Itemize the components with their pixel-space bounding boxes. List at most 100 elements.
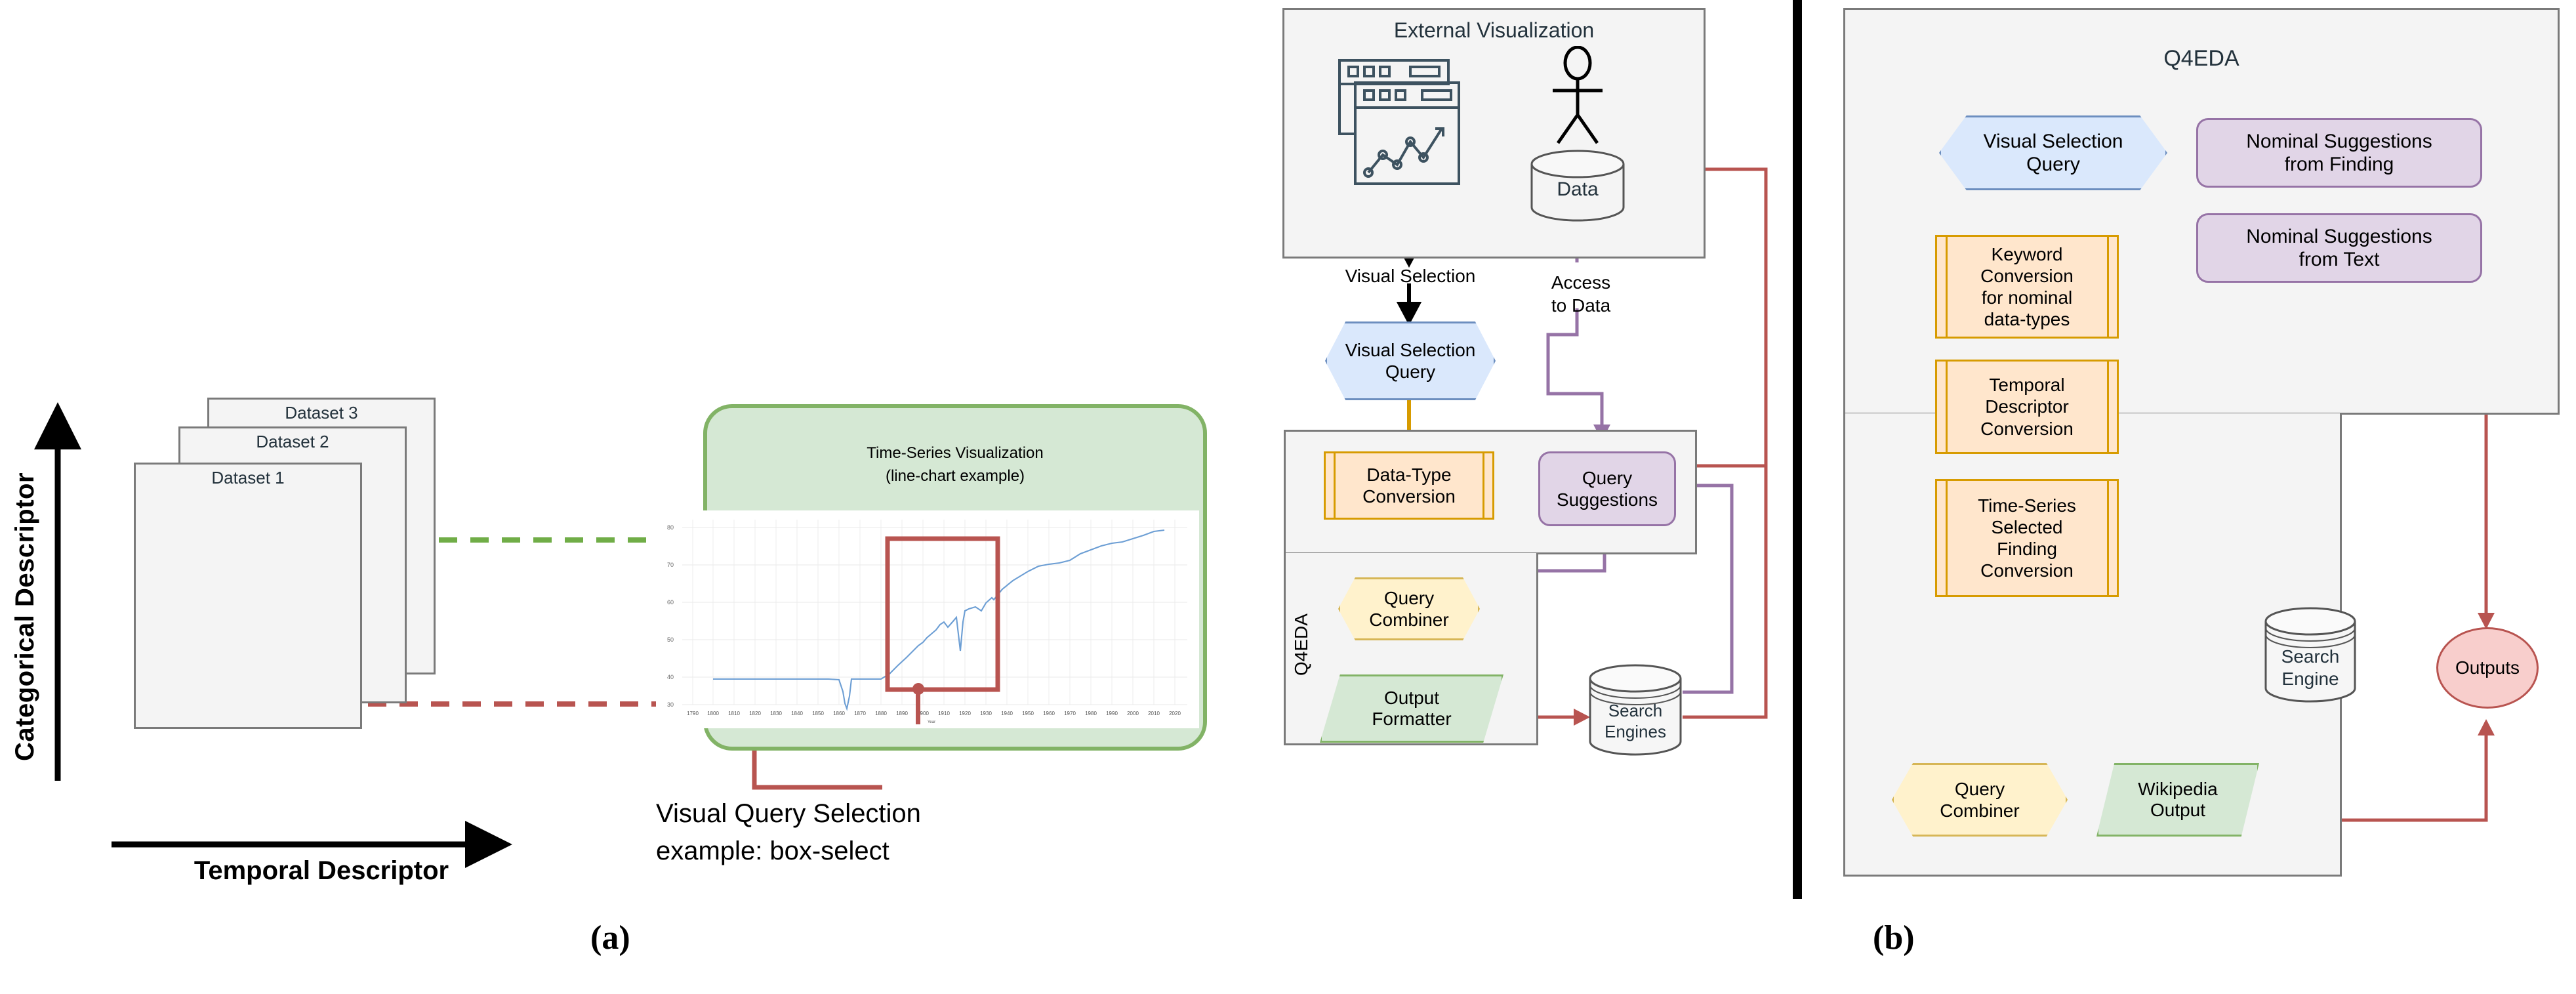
kc-line-3: for nominal: [1981, 287, 2073, 308]
search-engine-label-line-1: Search: [2281, 646, 2340, 667]
qc-right-line-2: Combiner: [1940, 800, 2020, 821]
data-type-conversion-node[interactable]: Data-Type Conversion: [1324, 451, 1494, 520]
nst-line-1: Nominal Suggestions: [2246, 225, 2432, 247]
panel-b-letter: (b): [1873, 919, 1915, 957]
dtc-line-2: Conversion: [1362, 486, 1456, 507]
svg-text:1970: 1970: [1064, 711, 1076, 716]
svg-text:2020: 2020: [1169, 711, 1181, 716]
line-chart-canvas[interactable]: 80 70 60 50 40 30 1790 1800 1810 1820 1830…: [656, 510, 1199, 728]
timeseries-conversion-left-bar: [1946, 479, 1948, 597]
svg-text:1810: 1810: [728, 711, 740, 716]
data-type-conversion-left-bar: [1334, 451, 1336, 520]
query-combiner-node-right[interactable]: Query Combiner: [1892, 763, 2068, 837]
categorical-descriptor-axis-label: Categorical Descriptor: [10, 472, 39, 761]
query-suggestions-node[interactable]: Query Suggestions: [1538, 451, 1676, 526]
search-engine-label-line-2: Engine: [2281, 669, 2339, 689]
svg-text:60: 60: [667, 599, 674, 606]
search-engines-label-line-2: Engines: [1605, 722, 1666, 741]
dtc-line-1: Data-Type: [1366, 464, 1452, 485]
visual-selection-query-node-left[interactable]: Visual Selection Query: [1325, 321, 1496, 400]
user-stick-figure-icon: [1553, 46, 1603, 144]
svg-text:1870: 1870: [854, 711, 866, 716]
svg-text:1960: 1960: [1043, 711, 1055, 716]
nsf-line-1: Nominal Suggestions: [2246, 130, 2432, 152]
qc-right-line-1: Query: [1954, 778, 2005, 799]
viz-title-line-1: Time-Series Visualization: [867, 444, 1044, 462]
kc-line-2: Conversion: [1980, 265, 2074, 286]
tsfc-line-1: Time-Series: [1978, 495, 2076, 516]
nominal-suggestions-from-finding-node[interactable]: Nominal Suggestions from Finding: [2196, 118, 2482, 188]
kc-line-4: data-types: [1984, 309, 2070, 330]
external-visualization-title: External Visualization: [1393, 18, 1595, 42]
qs-line-1: Query: [1582, 467, 1633, 488]
svg-text:40: 40: [667, 674, 674, 680]
nst-line-2: from Text: [2299, 249, 2380, 270]
data-type-conversion-right-bar: [1482, 451, 1484, 520]
q4eda-title-right: Q4EDA: [2163, 46, 2239, 71]
svg-text:1940: 1940: [1001, 711, 1013, 716]
svg-text:1800: 1800: [707, 711, 719, 716]
panel-a-letter: (a): [590, 919, 630, 957]
visual-selection-query-node-right[interactable]: Visual Selection Query: [1939, 115, 2167, 190]
wo-line-1: Wikipedia: [2138, 779, 2218, 799]
svg-text:80: 80: [667, 524, 674, 531]
outputs-label: Outputs: [2455, 657, 2520, 678]
svg-text:1990: 1990: [1106, 711, 1118, 716]
qs-line-2: Suggestions: [1556, 489, 1658, 510]
data-store-label: Data: [1557, 178, 1599, 200]
svg-text:2000: 2000: [1127, 711, 1139, 716]
svg-text:1890: 1890: [896, 711, 908, 716]
q4eda-label-left: Q4EDA: [1291, 613, 1311, 676]
svg-text:2010: 2010: [1148, 711, 1160, 716]
svg-text:1950: 1950: [1022, 711, 1034, 716]
visual-query-selection-caption-line-2: example: box-select: [656, 837, 889, 865]
tdc-line-1: Temporal: [1989, 375, 2065, 396]
qc-left-line-1: Query: [1383, 587, 1435, 608]
visualization-windows-icon: [1338, 59, 1460, 185]
svg-text:1860: 1860: [833, 711, 845, 716]
svg-text:1830: 1830: [770, 711, 782, 716]
outputs-node[interactable]: Outputs: [2436, 627, 2539, 709]
dataset-card-1[interactable]: [134, 463, 362, 729]
timeseries-conversion-right-bar: [2107, 479, 2109, 597]
wo-line-2: Output: [2150, 800, 2206, 820]
panel-divider: [1793, 0, 1802, 899]
of-line-1: Output: [1383, 688, 1440, 708]
visual-query-selection-caption-line-1: Visual Query Selection: [656, 799, 921, 828]
vsq-right-line-1: Visual Selection: [1983, 130, 2123, 152]
nominal-suggestions-from-text-node[interactable]: Nominal Suggestions from Text: [2196, 213, 2482, 283]
keyword-conversion-node[interactable]: Keyword Conversion for nominal data-type…: [1935, 235, 2119, 339]
tdc-line-2: Descriptor: [1985, 396, 2069, 417]
query-combiner-node-left[interactable]: Query Combiner: [1338, 577, 1480, 640]
svg-text:1850: 1850: [812, 711, 824, 716]
edge-label-access-to-data-line-2: to Data: [1551, 295, 1611, 316]
timeseries-finding-conversion-node[interactable]: Time-Series Selected Finding Conversion: [1935, 479, 2119, 597]
temporal-descriptor-conversion-node[interactable]: Temporal Descriptor Conversion: [1935, 360, 2119, 454]
svg-text:Year: Year: [928, 720, 935, 724]
svg-text:50: 50: [667, 636, 674, 643]
temporal-descriptor-axis-label: Temporal Descriptor: [194, 856, 449, 885]
vsq-left-line-2: Query: [1385, 362, 1436, 382]
svg-text:1920: 1920: [959, 711, 971, 716]
dataset-card-1-label: Dataset 1: [211, 468, 285, 487]
keyword-conversion-right-bar: [2107, 235, 2109, 339]
dataset-card-3-label: Dataset 3: [285, 403, 358, 423]
qc-left-line-2: Combiner: [1369, 610, 1449, 630]
viz-title-line-2: (line-chart example): [885, 467, 1025, 485]
tsfc-line-4: Conversion: [1980, 560, 2074, 581]
kc-line-1: Keyword: [1991, 243, 2063, 264]
svg-text:1980: 1980: [1085, 711, 1097, 716]
svg-text:1820: 1820: [749, 711, 761, 716]
svg-text:1840: 1840: [791, 711, 803, 716]
temporal-conversion-right-bar: [2107, 360, 2109, 454]
search-engines-label-line-1: Search: [1608, 701, 1663, 720]
dataset-card-2-label: Dataset 2: [256, 432, 329, 451]
nsf-line-2: from Finding: [2284, 154, 2394, 175]
vsq-left-line-1: Visual Selection: [1345, 339, 1476, 360]
edge-label-access-to-data-line-1: Access: [1551, 272, 1611, 293]
tsfc-line-3: Finding: [1997, 539, 2057, 559]
svg-text:1790: 1790: [687, 711, 699, 716]
svg-text:1880: 1880: [875, 711, 887, 716]
keyword-conversion-left-bar: [1946, 235, 1948, 339]
temporal-conversion-left-bar: [1946, 360, 1948, 454]
